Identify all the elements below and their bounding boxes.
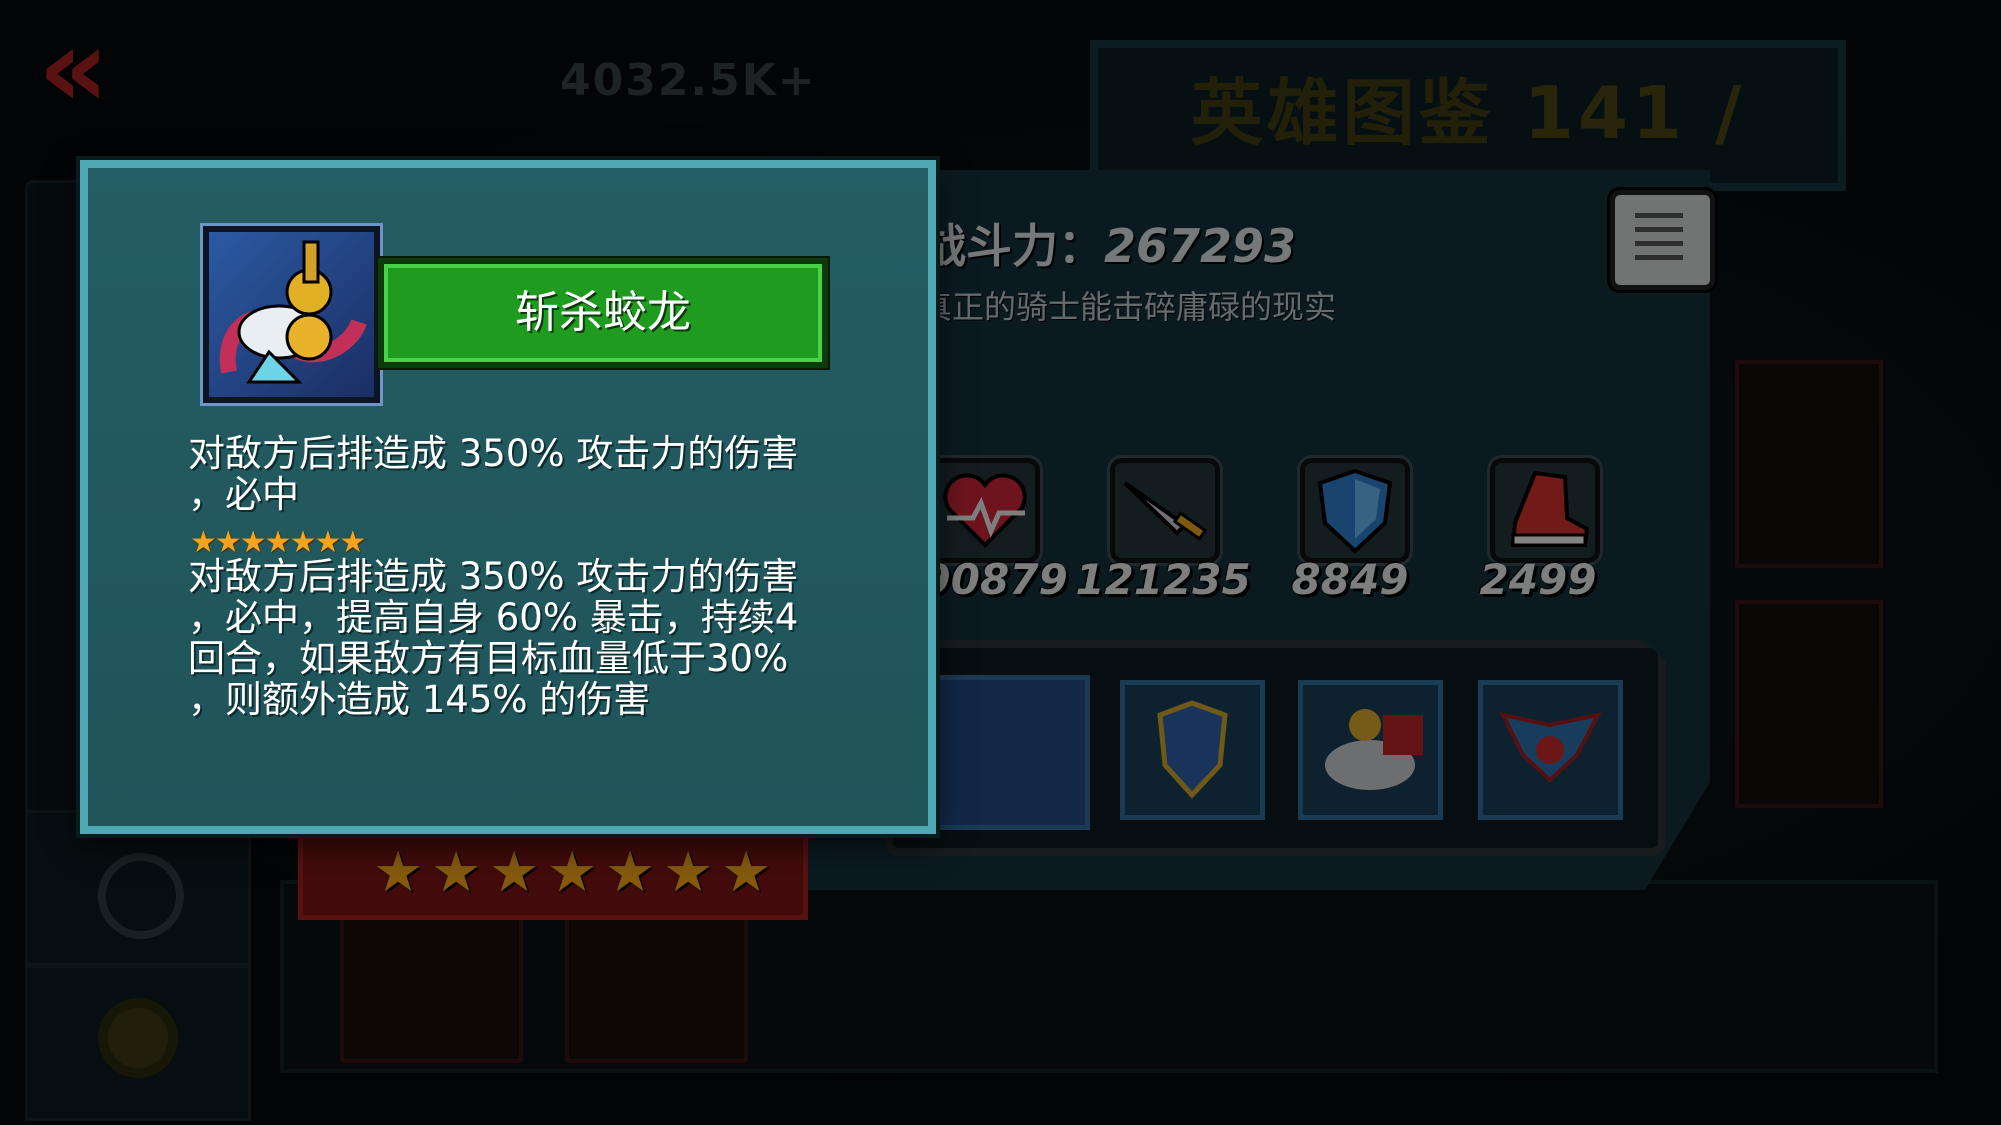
- skill-name-banner: 斩杀蛟龙: [378, 258, 828, 368]
- upgrade-stars: ★★★★★★★: [190, 525, 366, 560]
- skill-description-upgraded: 对敌方后排造成 350% 攻击力的伤害 ，必中，提高自身 60% 暴击，持续4 …: [188, 555, 799, 721]
- skill-description-base: 对敌方后排造成 350% 攻击力的伤害 ，必中: [188, 432, 799, 516]
- skill-name: 斩杀蛟龙: [515, 287, 691, 338]
- skill-icon: [203, 226, 380, 403]
- skill-detail-popup: 斩杀蛟龙 对敌方后排造成 350% 攻击力的伤害 ，必中 ★★★★★★★ 对敌方…: [80, 160, 936, 834]
